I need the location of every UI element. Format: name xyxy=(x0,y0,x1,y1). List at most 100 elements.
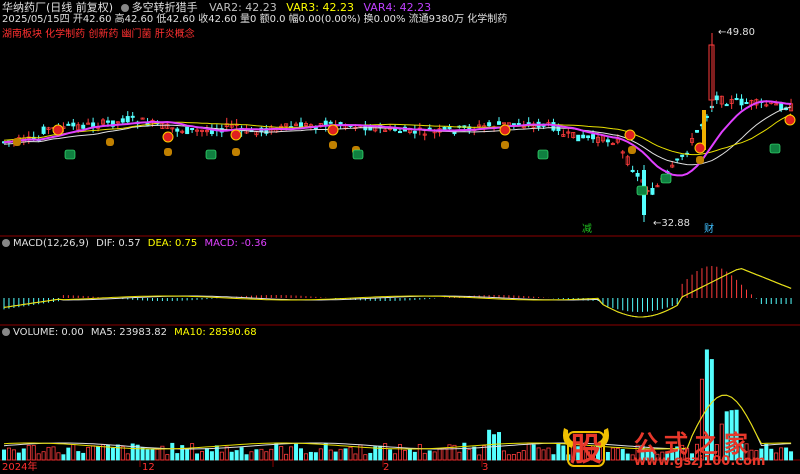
volume-bar xyxy=(318,448,323,461)
x-axis-ticks xyxy=(139,460,483,467)
candle-body xyxy=(739,98,744,106)
volume-bar xyxy=(303,453,308,461)
volume-bar xyxy=(81,452,86,461)
volume-bar xyxy=(71,444,76,461)
low-price-label: ←32.88 xyxy=(653,218,691,229)
reduce-signal: 减 xyxy=(582,224,592,235)
x-label-12: 12 xyxy=(142,462,155,473)
volume-bar xyxy=(506,454,511,461)
volume-bar xyxy=(373,446,378,461)
volume-bar xyxy=(551,454,556,461)
candle-body xyxy=(71,122,76,127)
macd-panel xyxy=(3,266,792,318)
candle-body xyxy=(605,139,610,143)
macd-circle-icon[interactable] xyxy=(2,239,10,247)
volume-bar xyxy=(477,454,482,461)
money-bag-icon xyxy=(696,156,704,164)
money-bag-icon xyxy=(232,148,240,156)
money-bag-icon xyxy=(501,141,509,149)
stock-title[interactable]: 华纳药厂(日线 前复权) xyxy=(2,1,113,14)
volume-bar xyxy=(11,449,16,461)
candle-body xyxy=(175,128,180,132)
price-panel xyxy=(2,33,796,222)
volume-bar xyxy=(155,448,160,461)
volume-bar xyxy=(492,434,497,461)
candle-body xyxy=(328,121,333,124)
x-label-2024: 2024年 xyxy=(2,462,38,473)
candle-body xyxy=(487,122,492,127)
volume-bar xyxy=(298,448,303,461)
indicator-circle-icon[interactable] xyxy=(120,4,129,12)
candle-body xyxy=(105,120,110,123)
volume-bar xyxy=(462,442,467,461)
candle-body xyxy=(41,126,46,134)
indicator-name[interactable]: 多空转折猎手 xyxy=(132,1,198,14)
volume-bar xyxy=(521,450,526,461)
candle-body xyxy=(412,130,417,134)
dif-line xyxy=(3,268,792,318)
volume-bar xyxy=(467,449,472,461)
macd-name[interactable]: MACD(12,26,9) xyxy=(13,238,89,249)
volume-bar xyxy=(16,452,21,461)
volume-circle-icon[interactable] xyxy=(2,328,10,336)
var3-value: VAR3: 42.23 xyxy=(286,1,354,14)
buy-coin-icon xyxy=(624,129,636,141)
volume-bar xyxy=(294,443,299,461)
volume-bar xyxy=(457,451,462,461)
volume-bar xyxy=(422,452,427,461)
volume-bar xyxy=(26,444,31,461)
volume-bar xyxy=(368,452,373,461)
stock-chart[interactable] xyxy=(0,0,800,474)
candle-body xyxy=(190,128,195,131)
candle-body xyxy=(744,102,749,105)
volume-bar xyxy=(353,453,358,461)
sell-tag-icon xyxy=(64,149,76,160)
volume-bar xyxy=(180,445,185,461)
volume-bar xyxy=(195,453,200,461)
money-bag-icon xyxy=(13,138,21,146)
volume-bar xyxy=(442,447,447,461)
candle-body xyxy=(66,123,71,126)
candle-body xyxy=(586,135,591,139)
volume-bar xyxy=(51,446,56,461)
volume-bar xyxy=(536,447,541,461)
candle-body xyxy=(397,131,402,134)
volume-bar xyxy=(779,447,784,461)
volume-bar xyxy=(274,443,279,461)
dif-value: DIF: 0.57 xyxy=(96,238,141,249)
volume-bar xyxy=(36,453,41,461)
wealth-signal: 财 xyxy=(704,224,714,235)
sell-tag-icon xyxy=(537,149,549,160)
buy-coin-icon xyxy=(52,124,64,136)
volume-bar xyxy=(531,444,536,461)
volume-bar xyxy=(254,449,259,461)
candle-body xyxy=(91,122,96,128)
candle-body xyxy=(695,129,700,133)
volume-bar xyxy=(412,451,417,461)
volume-bar xyxy=(397,444,402,461)
candle-body xyxy=(581,134,586,139)
x-label-2: 2 xyxy=(383,462,390,473)
money-bag-icon xyxy=(628,146,636,154)
volume-name[interactable]: VOLUME: 0.00 xyxy=(13,327,84,338)
volume-bar xyxy=(482,445,487,461)
volume-bar xyxy=(86,446,91,461)
buy-coin-icon xyxy=(230,129,242,141)
volume-bar xyxy=(313,452,318,461)
watermark-badge: 股 xyxy=(570,430,603,468)
dea-line xyxy=(3,268,792,318)
candle-body xyxy=(125,116,130,123)
candle-body xyxy=(650,188,655,195)
sell-tag-icon xyxy=(205,149,217,160)
candle-body xyxy=(591,134,596,140)
high-price-label: ←49.80 xyxy=(718,27,756,38)
volume-bar xyxy=(541,449,546,461)
volume-bar xyxy=(348,446,353,461)
volume-bar xyxy=(269,448,274,461)
volume-bar xyxy=(204,448,209,461)
volume-bar xyxy=(21,448,26,461)
x-label-3: 3 xyxy=(482,462,489,473)
volume-bar xyxy=(150,448,155,461)
ma5-value: MA5: 23983.82 xyxy=(90,327,167,338)
ma10-value: MA10: 28590.68 xyxy=(174,327,257,338)
